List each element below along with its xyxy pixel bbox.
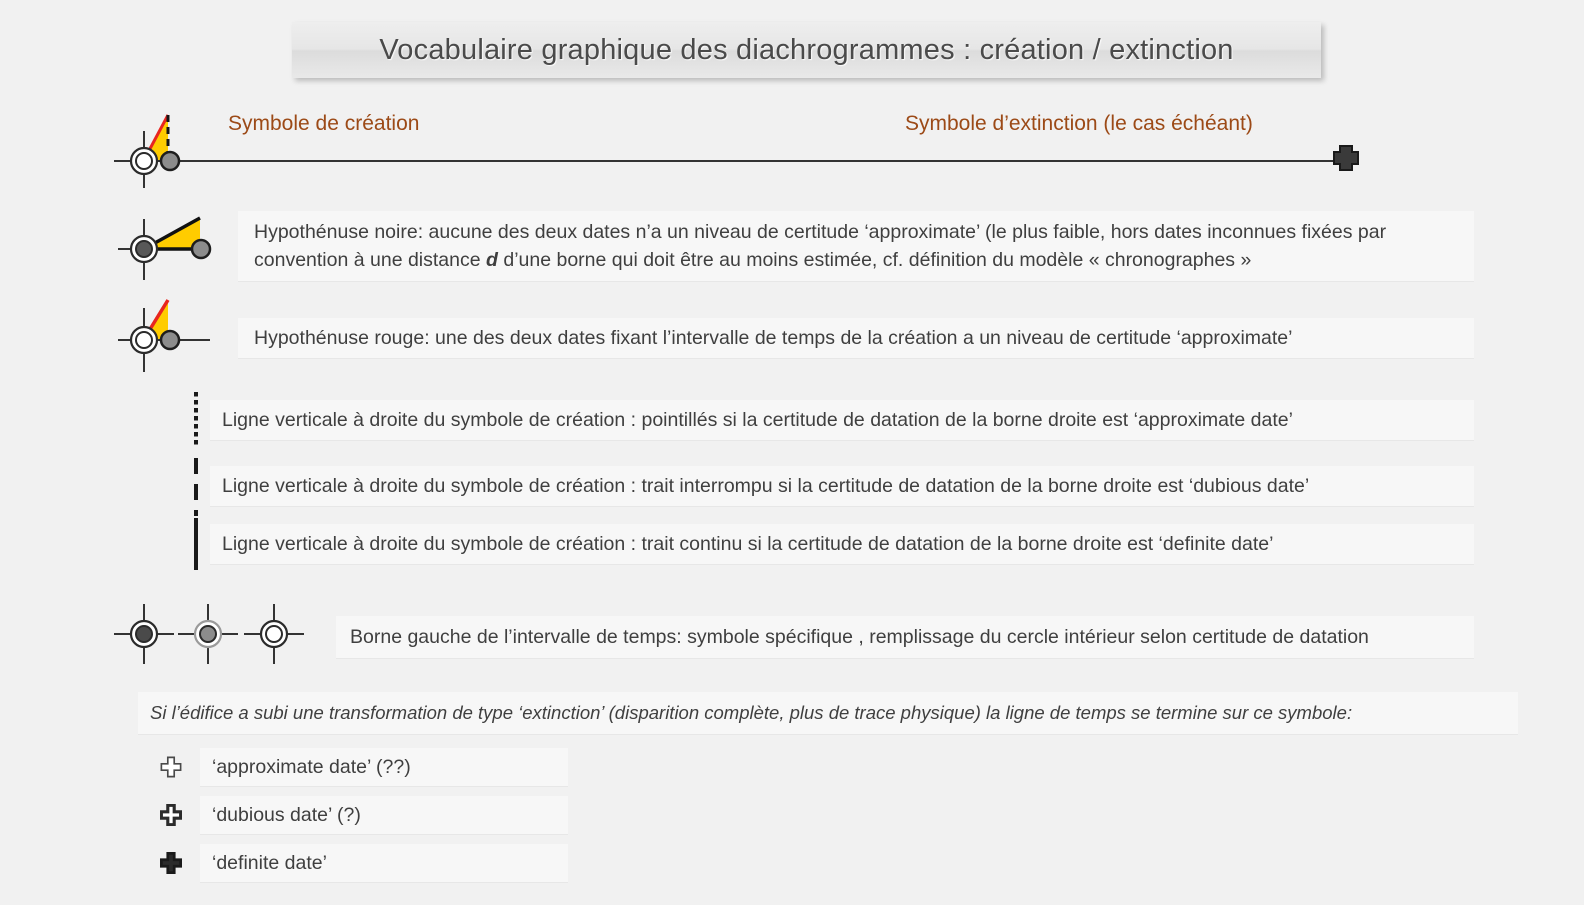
- panel-borne-gauche-text: Borne gauche de l’intervalle de temps: s…: [350, 625, 1369, 648]
- timeline-with-symbols: [114, 114, 1359, 188]
- panel-ligne-interrompu-text: Ligne verticale à droite du symbole de c…: [222, 474, 1310, 497]
- cross-thin-icon: [156, 752, 186, 782]
- cross-medium-icon: [156, 800, 186, 830]
- vertical-line-dotted-icon: [194, 392, 198, 448]
- icon-creation-symbol-black-hypotenuse: [118, 216, 212, 280]
- panel-extinction-intro-text: Si l’édifice a subi une transformation d…: [150, 701, 1353, 723]
- panel-extinction-definite: ‘definite date’: [200, 844, 568, 882]
- slide-title-bar: Vocabulaire graphique des diachrogrammes…: [292, 22, 1321, 78]
- panel-ligne-continu: Ligne verticale à droite du symbole de c…: [210, 524, 1474, 564]
- cross-bold-icon: [156, 848, 186, 878]
- panel-hypotenuse-noire-text: Hypothénuse noire: aucune des deux dates…: [254, 220, 1387, 271]
- panel-extinction-intro: Si l’édifice a subi une transformation d…: [138, 692, 1518, 734]
- panel-ligne-interrompu: Ligne verticale à droite du symbole de c…: [210, 466, 1474, 506]
- panel-ligne-pointilles: Ligne verticale à droite du symbole de c…: [210, 400, 1474, 440]
- panel-hypotenuse-noire: Hypothénuse noire: aucune des deux dates…: [238, 211, 1474, 281]
- icon-creation-symbol-red-hypotenuse: [118, 299, 210, 372]
- extinction-item-label-1: ‘dubious date’ (?): [212, 803, 361, 826]
- panel-borne-gauche: Borne gauche de l’intervalle de temps: s…: [336, 616, 1474, 658]
- icon-crosshair-markers-three: [114, 604, 304, 664]
- panel-ligne-pointilles-text: Ligne verticale à droite du symbole de c…: [222, 408, 1293, 431]
- vertical-line-dashed-icon: [194, 458, 198, 516]
- extinction-cross-icon: [1333, 145, 1359, 171]
- panel-extinction-dubious: ‘dubious date’ (?): [200, 796, 568, 834]
- panel-ligne-continu-text: Ligne verticale à droite du symbole de c…: [222, 532, 1274, 555]
- extinction-item-label-0: ‘approximate date’ (??): [212, 755, 411, 778]
- panel-extinction-approximate: ‘approximate date’ (??): [200, 748, 568, 786]
- slide-canvas: Vocabulaire graphique des diachrogrammes…: [0, 0, 1584, 905]
- panel-hypotenuse-rouge: Hypothénuse rouge: une des deux dates fi…: [238, 318, 1474, 358]
- page-title: Vocabulaire graphique des diachrogrammes…: [379, 33, 1234, 66]
- extinction-item-label-2: ‘definite date’: [212, 851, 327, 874]
- vertical-line-solid-icon: [194, 518, 198, 570]
- panel-hypotenuse-rouge-text: Hypothénuse rouge: une des deux dates fi…: [254, 326, 1293, 349]
